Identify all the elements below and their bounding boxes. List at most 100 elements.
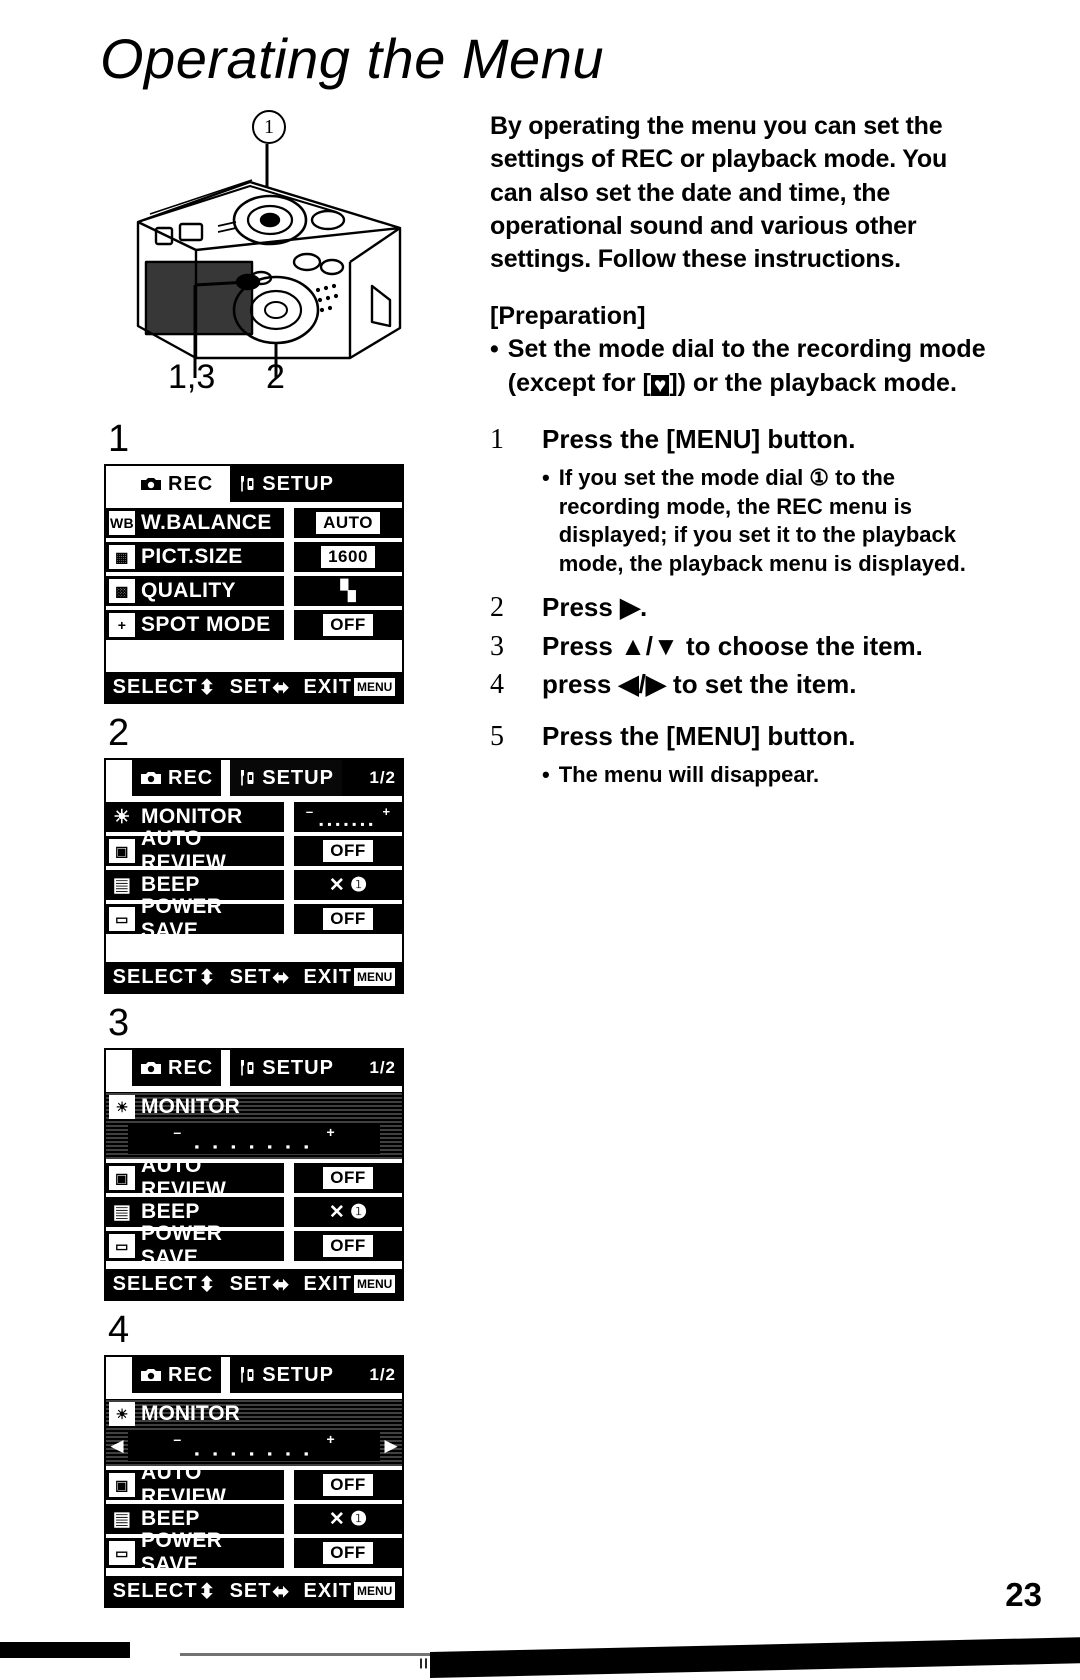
power-save-icon: ▭ [109, 1234, 135, 1258]
step-text: Press the [MENU] button. [542, 423, 856, 454]
step-text: Press ▲/▼ to choose the item. [542, 630, 923, 661]
menu-row-value: OFF [323, 1542, 373, 1564]
slider-ticks: ▪ ▪ ▪ ▪ ▪ ▪ ▪ [194, 1139, 314, 1154]
lcd-footer: SELECT ⬍ SET ⬌ EXIT MENU [106, 1576, 402, 1606]
manual-page: Operating the Menu 1 1,3 2 1 REC SETUP W… [0, 0, 1080, 1680]
slider-plus: + [382, 803, 391, 819]
menu-row-autoreview[interactable]: ▣ AUTO REVIEW OFF [106, 1461, 402, 1508]
tab-rec-label: REC [168, 1363, 214, 1386]
figure-label-right: 2 [266, 358, 285, 396]
tab-setup[interactable]: SETUP [230, 760, 342, 796]
menu-row-powersave[interactable]: ▭ POWER SAVE OFF [106, 1529, 402, 1576]
wrench-icon [241, 1367, 254, 1383]
monitor-brightness-icon: ☀ [113, 806, 131, 828]
callout-circle-1: 1 [252, 110, 286, 144]
power-save-icon: ▭ [109, 907, 135, 931]
camera-icon [141, 1369, 161, 1381]
footer-select: SELECT ⬍ [112, 675, 217, 699]
step-note-text: The menu will disappear. [558, 762, 820, 788]
menu-row-label: MONITOR [141, 805, 243, 828]
right-column: By operating the menu you can set the se… [490, 110, 990, 804]
page-number: 23 [1005, 1576, 1042, 1613]
lcd-footer: SELECT ⬍ SET ⬌ EXIT MENU [106, 672, 402, 702]
menu-row-autoreview[interactable]: ▣ AUTO REVIEW OFF [106, 1154, 402, 1201]
preparation-bullet: • Set the mode dial to the recording mod… [490, 333, 990, 400]
tab-page-indicator [396, 466, 402, 502]
page-title: Operating the Menu [100, 27, 604, 90]
step-number: 1 [490, 423, 504, 455]
tab-rec[interactable]: REC [132, 1050, 221, 1086]
menu-row-label: MONITOR [141, 1095, 240, 1118]
select-arrows-icon: ⬍ [198, 966, 217, 989]
tab-rec[interactable]: REC [132, 1357, 221, 1393]
footer-select: SELECT ⬍ [112, 1579, 217, 1603]
monitor-slider[interactable]: – + ▪ ▪ ▪ ▪ ▪ ▪ ▪ [128, 1431, 380, 1461]
camera-icon [141, 1062, 161, 1074]
menu-row-value: ▚ [340, 580, 356, 602]
step-4: 4 press ◀/▶ to set the item. [490, 669, 990, 701]
menu-row-monitor-selected[interactable]: ☀ MONITOR ◀ –+ ▪ ▪ ▪ ▪ ▪ ▪ ▪ ▶ [106, 1092, 402, 1159]
menu-row-label: BEEP [141, 1507, 200, 1530]
auto-review-icon: ▣ [109, 839, 135, 863]
slider-plus: + [326, 1431, 335, 1447]
left-column: 1 1,3 2 1 REC SETUP WB W.BALANCE AUTO ▦ … [100, 110, 460, 1608]
figure-label-left: 1,3 [168, 358, 216, 396]
menu-row-value: OFF [323, 1167, 373, 1189]
menu-row-value: 1600 [321, 546, 375, 568]
menu-row-autoreview[interactable]: ▣ AUTO REVIEW OFF [106, 827, 402, 874]
menu-row-label: BEEP [141, 873, 200, 896]
menu-row-label: BEEP [141, 1200, 200, 1223]
menu-row-pictsize[interactable]: ▦ PICT.SIZE 1600 [106, 542, 402, 572]
wrench-icon [241, 1060, 254, 1076]
footer-select: SELECT ⬍ [112, 965, 217, 989]
menu-row-value: OFF [323, 614, 373, 636]
tab-setup[interactable]: SETUP [230, 1357, 342, 1393]
footer-exit: EXIT MENU [304, 1273, 396, 1296]
menu-row-value: ✕ ❶ [328, 874, 368, 896]
step-1-note: • If you set the mode dial ① to the reco… [542, 464, 990, 578]
tab-setup[interactable]: SETUP [230, 466, 342, 502]
auto-review-icon: ▣ [109, 1166, 135, 1190]
menu-row-label: AUTO REVIEW [141, 827, 227, 874]
white-balance-icon: WB [109, 511, 135, 535]
menu-row-spotmode[interactable]: + SPOT MODE OFF [106, 610, 402, 640]
slider-arrow-right-icon[interactable]: ▶ [384, 1436, 398, 1456]
monitor-brightness-icon: ☀ [109, 1402, 135, 1426]
footer-exit: EXIT MENU [304, 1580, 396, 1603]
tab-setup[interactable]: SETUP [230, 1050, 342, 1086]
screen-index-4: 4 [108, 1309, 130, 1351]
footer-set: SET ⬌ [229, 965, 291, 989]
monitor-slider[interactable]: – + ▪ ▪ ▪ ▪ ▪ ▪ ▪ [128, 1124, 380, 1154]
monitor-slider[interactable]: – + ▪▪▪▪▪▪▪ [294, 802, 402, 832]
menu-row-label: MONITOR [141, 1402, 240, 1425]
tab-page-indicator: 1/2 [369, 768, 396, 787]
tab-setup-label: SETUP [262, 1056, 334, 1079]
tab-rec-label: REC [168, 1056, 214, 1079]
step-3: 3 Press ▲/▼ to choose the item. [490, 631, 990, 663]
beep-icon: ▤ [112, 874, 132, 896]
menu-row-value: ✕ ❶ [328, 1201, 368, 1223]
menu-row-monitor-selected[interactable]: ☀ MONITOR ◀ –+ ▪ ▪ ▪ ▪ ▪ ▪ ▪ ▶ [106, 1399, 402, 1466]
tab-rec[interactable]: REC [132, 760, 221, 796]
preparation-text-part2: ]) or the playback mode. [669, 368, 957, 397]
menu-row-quality[interactable]: ▩ QUALITY ▚ [106, 576, 402, 606]
menu-row-label: AUTO REVIEW [141, 1154, 227, 1201]
lcd-tabbar: REC SETUP 1/2 [106, 760, 402, 796]
step-number: 4 [490, 668, 504, 700]
menu-row-powersave[interactable]: ▭ POWER SAVE OFF [106, 895, 402, 942]
step-2: 2 Press ▶. [490, 592, 990, 624]
screen-index-1: 1 [108, 418, 130, 460]
tab-rec[interactable]: REC [132, 466, 222, 502]
camera-icon [141, 772, 161, 784]
menu-button-chip: MENU [354, 1275, 396, 1293]
menu-row-wbalance[interactable]: WB W.BALANCE AUTO [106, 508, 402, 538]
menu-row-label: QUALITY [141, 579, 236, 602]
slider-arrow-left-icon[interactable]: ◀ [110, 1436, 124, 1456]
lcd-body: ☀ MONITOR – + ▪▪▪▪▪▪▪ ▣ AUTO REVIEW OFF ▤ BE… [106, 796, 402, 962]
select-arrows-icon: ⬍ [198, 1580, 217, 1603]
menu-row-powersave[interactable]: ▭ POWER SAVE OFF [106, 1222, 402, 1269]
lcd-body: ☀ MONITOR ◀ – + ▪ ▪ ▪ ▪ ▪ ▪ ▪ ▶ ▣AUTO REV… [106, 1393, 402, 1576]
menu-row-label: POWER SAVE [141, 1529, 223, 1576]
tab-page-indicator: 1/2 [369, 1058, 396, 1077]
menu-row-value: OFF [323, 1235, 373, 1257]
